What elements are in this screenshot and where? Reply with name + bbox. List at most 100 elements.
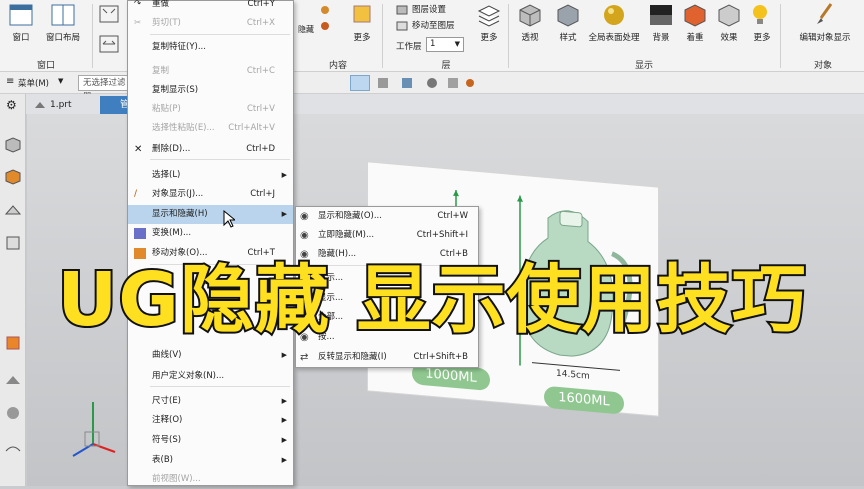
fit-view-icon[interactable] [98,4,120,24]
gear-icon[interactable]: ⚙ [6,98,17,112]
submenu-arrow-icon: ▶ [281,436,287,444]
menu-separator [150,159,290,160]
menu-item[interactable]: 前视图(W)... [128,470,293,489]
emphasis-icon [684,4,706,27]
content-group-label: 内容 [328,61,347,71]
system-materials-icon[interactable] [4,404,22,422]
global-surface-label: 全局表面处理 [588,33,640,43]
window-layout-icon [51,4,75,26]
constraint-navigator-icon[interactable] [4,202,22,220]
window-button[interactable]: 窗口 [6,2,36,43]
menu-item[interactable]: 复制显示(S) [128,81,293,100]
menu-item-label: 尺寸(E) [152,396,182,406]
menu-item[interactable]: 复制 Ctrl+C [128,62,293,81]
menu-item-label: 剪切(T) [152,18,181,28]
assembly-navigator-icon[interactable] [4,168,22,186]
global-surface-button[interactable]: 全局表面处理 [584,2,644,43]
show-icon[interactable] [318,4,332,16]
window-layout-label: 窗口布局 [45,33,80,43]
menu-item[interactable]: 表(B) ▶ [128,451,293,470]
hd3d-icon[interactable] [4,442,22,460]
display-more-button[interactable]: 更多 [748,2,776,43]
submenu-item[interactable]: ◉ 显示和隐藏(O)... Ctrl+W [296,207,478,226]
hide-label: 隐藏 [298,25,314,34]
work-layer-select[interactable]: 1 ▼ [426,37,464,52]
menu-item-shortcut: Ctrl+J [250,189,275,199]
window-icon [9,4,33,26]
menu-item[interactable]: 尺寸(E) ▶ [128,392,293,411]
window-layout-button[interactable]: 窗口布局 [40,2,86,43]
display-more-label: 更多 [753,33,771,43]
delete-icon: ✕ [134,144,143,155]
background-icon [650,5,672,25]
menu-item[interactable]: 注释(O) ▶ [128,411,293,430]
part-navigator-icon[interactable] [4,136,22,154]
display-group: 透视 样式 全局表面处理 背景 着重 效果 更多 显示 [510,0,778,72]
background-label: 背景 [652,33,670,43]
snap-tools-icon[interactable] [376,76,476,90]
edit-object-display-label: 编辑对象显示 [799,33,851,43]
tab-part-file-label: 1.prt [50,100,72,110]
expand-view-icon[interactable] [98,34,120,54]
style-button[interactable]: 样式 [550,2,586,43]
object-group-label: 对象 [813,61,832,71]
menu-separator [150,34,290,35]
menu-item[interactable]: 选择性粘贴(E)... Ctrl+Alt+V [128,119,293,138]
menu-item[interactable]: 粘贴(P) Ctrl+V [128,100,293,119]
style-label: 样式 [559,33,577,43]
emphasis-button[interactable]: 着重 [680,2,710,43]
tab-part-file[interactable]: 1.prt [30,96,100,114]
layers-icon [477,5,501,27]
menu-item[interactable]: 显示和隐藏(H) ▶ [128,205,293,224]
submenu-item-label: 显示和隐藏(O)... [318,211,382,221]
menu-item-shortcut: Ctrl+Y [247,0,275,9]
content-more-button[interactable]: 更多 [348,2,376,43]
edit-object-display-button[interactable]: 编辑对象显示 [790,2,860,43]
layer-settings-label: 图层设置 [412,5,447,15]
emphasis-label: 着重 [686,33,704,43]
menu-item-shortcut: Ctrl+V [246,104,275,114]
menu-item[interactable]: ✕ 删除(D)... Ctrl+D [128,140,293,159]
menu-item-label: 显示和隐藏(H) [152,209,208,219]
menu-item[interactable]: 符号(S) ▶ [128,431,293,450]
menu-item[interactable]: / 对象显示(J)... Ctrl+J [128,185,293,204]
cube-icon [519,4,541,27]
perspective-button[interactable]: 透视 [512,2,548,43]
object-group: 编辑对象显示 对象 [782,0,864,72]
menu-item-label: 删除(D)... [152,144,191,154]
menu-item[interactable]: ↷ 重做 Ctrl+Y [128,0,293,14]
layer-more-label: 更多 [480,33,498,43]
menu-item[interactable]: 选择(L) ▶ [128,166,293,185]
submenu-item-label: 立即隐藏(M)... [318,230,375,240]
menu-item-shortcut: Ctrl+Alt+V [228,123,275,133]
menu-item[interactable]: ✂ 剪切(T) Ctrl+X [128,14,293,33]
more-icon [353,5,371,23]
menu-item[interactable]: 复制特征(Y)... [128,38,293,57]
menu-chevron-icon: ▼ [58,77,64,85]
submenu-arrow-icon: ▶ [281,416,287,424]
select-cube-icon[interactable] [350,75,370,91]
chevron-down-icon: ▼ [454,40,460,48]
roles-icon[interactable] [4,372,22,390]
effects-button[interactable]: 效果 [714,2,744,43]
submenu-arrow-icon: ▶ [281,397,287,405]
move-to-layer-button[interactable]: 移动至图层 [396,19,455,33]
menu-item-label: 用户定义对象(N)... [152,371,225,381]
layer-group: 图层设置 移动至图层 工作层 1 ▼ 更多 层 [384,0,508,72]
layer-show-icon[interactable] [318,20,332,32]
menu-item-shortcut: Ctrl+X [246,18,275,28]
layer-settings-button[interactable]: 图层设置 [396,3,446,17]
paintbrush-icon [817,3,833,24]
menu-separator [150,386,290,387]
display-group-label: 显示 [634,61,653,71]
hide-button[interactable]: 隐藏 [296,24,316,35]
menu-button[interactable]: 菜单(M) [18,77,49,89]
filter-combo[interactable]: 无选择过滤器 [78,75,128,102]
menu-item-label: 前视图(W)... [152,474,201,484]
view-icons-group [94,0,128,72]
background-button[interactable]: 背景 [646,2,676,43]
brush-icon: / [134,189,138,199]
menu-item[interactable]: 用户定义对象(N)... [128,367,293,386]
layer-more-button[interactable]: 更多 [474,2,504,43]
tab-active[interactable]: 管 [100,96,129,114]
